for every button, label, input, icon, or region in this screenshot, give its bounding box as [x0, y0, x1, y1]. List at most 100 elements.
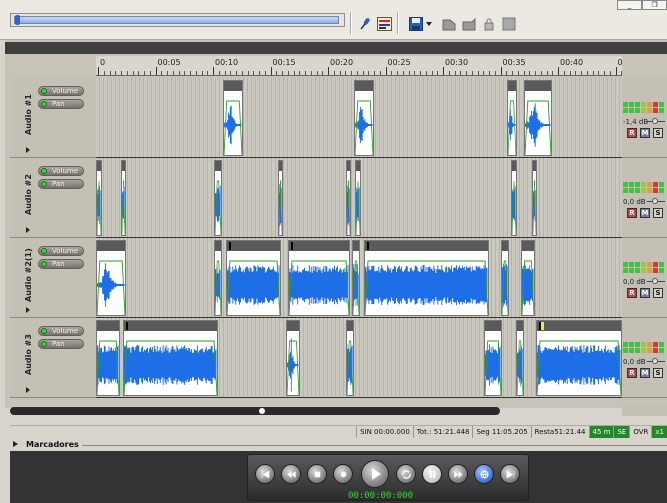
audio-clip[interactable] — [96, 240, 126, 316]
record-arm-button[interactable]: R — [627, 208, 637, 218]
clip-title-bar[interactable] — [279, 161, 282, 171]
fx-badge[interactable] — [291, 242, 293, 250]
fx-badge[interactable] — [126, 322, 128, 330]
microphone-icon[interactable] — [356, 15, 373, 32]
solo-button[interactable]: S — [653, 208, 663, 218]
clip-title-bar[interactable] — [512, 161, 516, 171]
clip-title-bar[interactable] — [347, 161, 350, 171]
solo-button[interactable]: S — [653, 128, 663, 138]
gain-slider-knob[interactable] — [652, 118, 658, 124]
solo-button[interactable]: S — [653, 288, 663, 298]
pan-envelope-button[interactable]: Pan — [38, 179, 84, 189]
solo-button[interactable]: S — [653, 368, 663, 378]
fx-badge[interactable] — [229, 242, 231, 250]
audio-clip[interactable] — [96, 320, 120, 396]
fx-badge[interactable] — [539, 322, 541, 330]
mute-button[interactable]: M — [640, 288, 650, 298]
volume-envelope-button[interactable]: Volume — [38, 166, 84, 176]
audio-clip[interactable] — [532, 160, 537, 236]
audio-clip[interactable] — [524, 80, 552, 156]
clip-title-bar[interactable] — [533, 161, 536, 171]
restore-button[interactable]: ❐ — [642, 0, 667, 10]
clip-title-bar[interactable] — [224, 81, 242, 91]
clip-title-bar[interactable] — [485, 321, 501, 331]
audio-clip[interactable] — [278, 160, 283, 236]
mute-button[interactable]: M — [640, 128, 650, 138]
fx-badge[interactable] — [367, 242, 369, 250]
clip-title-bar[interactable] — [289, 241, 349, 251]
track-scrollbar[interactable] — [622, 402, 667, 416]
skip-forward-button[interactable] — [500, 464, 520, 484]
audio-clip[interactable] — [507, 80, 517, 156]
audio-clip[interactable] — [521, 240, 535, 316]
clip-title-bar[interactable] — [287, 321, 299, 331]
audio-clip[interactable] — [346, 320, 354, 396]
play-button[interactable] — [361, 460, 389, 488]
minimize-button[interactable]: _ — [617, 0, 642, 10]
audio-clip[interactable] — [516, 320, 524, 396]
clip-title-bar[interactable] — [522, 241, 534, 251]
audio-clip[interactable] — [346, 160, 351, 236]
clip-title-bar[interactable] — [227, 241, 280, 251]
expand-arrow-icon[interactable] — [26, 227, 30, 233]
audio-clip[interactable] — [123, 320, 218, 396]
track-lane-3[interactable] — [96, 238, 622, 318]
gain-slider-knob[interactable] — [652, 358, 658, 364]
track-lane-4[interactable] — [96, 318, 622, 398]
record-button[interactable] — [333, 464, 353, 484]
gain-slider-knob[interactable] — [652, 278, 658, 284]
mixer-icon[interactable] — [376, 15, 393, 32]
fast-forward-button[interactable] — [448, 464, 468, 484]
stop-button[interactable] — [307, 464, 327, 484]
pause-button[interactable] — [422, 464, 442, 484]
audio-clip[interactable] — [364, 240, 489, 316]
clip-title-bar[interactable] — [356, 161, 360, 171]
expand-arrow-icon[interactable] — [26, 307, 30, 313]
audio-clip[interactable] — [214, 240, 222, 316]
clip-title-bar[interactable] — [355, 81, 373, 91]
clip-title-bar[interactable] — [537, 321, 621, 331]
pan-envelope-button[interactable]: Pan — [38, 99, 84, 109]
clip-title-bar[interactable] — [124, 321, 217, 331]
pan-envelope-button[interactable]: Pan — [38, 259, 84, 269]
clip-title-bar[interactable] — [122, 161, 125, 171]
audio-clip[interactable] — [214, 160, 222, 236]
track-lane-1[interactable] — [96, 78, 622, 158]
clip-title-bar[interactable] — [215, 161, 221, 171]
clip-title-bar[interactable] — [517, 321, 523, 331]
audio-clip[interactable] — [96, 160, 102, 236]
track-header-2[interactable]: Audio #2 Volume Pan — [10, 158, 96, 238]
audio-clip[interactable] — [226, 240, 281, 316]
rewind-button[interactable] — [281, 464, 301, 484]
audio-clip[interactable] — [536, 320, 622, 396]
status-zoom[interactable]: x1 — [651, 426, 667, 438]
stop-square-icon[interactable] — [500, 15, 517, 32]
record-arm-button[interactable]: R — [627, 368, 637, 378]
audio-clip[interactable] — [352, 240, 360, 316]
clip-title-bar[interactable] — [525, 81, 551, 91]
clip-title-bar[interactable] — [502, 241, 508, 251]
audio-clip[interactable] — [355, 160, 361, 236]
audio-clip[interactable] — [354, 80, 374, 156]
expand-arrow-icon[interactable] — [26, 387, 30, 393]
globe-button[interactable] — [474, 464, 494, 484]
record-arm-button[interactable]: R — [627, 128, 637, 138]
pan-envelope-button[interactable]: Pan — [38, 339, 84, 349]
audio-clip[interactable] — [223, 80, 243, 156]
mute-button[interactable]: M — [640, 208, 650, 218]
record-arm-button[interactable]: R — [627, 288, 637, 298]
status-ovr[interactable]: OVR — [629, 426, 651, 438]
save-icon[interactable] — [407, 15, 424, 32]
timeline-scrollbar[interactable] — [10, 407, 500, 415]
timeline-ruler[interactable]: 0 00:05 00:10 00:15 00:20 00:25 00:30 00:35 00:4… — [96, 56, 622, 76]
clip-title-bar[interactable] — [97, 241, 125, 251]
loop-button[interactable] — [396, 464, 416, 484]
audio-clip[interactable] — [501, 240, 509, 316]
clip-title-bar[interactable] — [508, 81, 516, 91]
track-icon[interactable] — [440, 15, 457, 32]
mute-button[interactable]: M — [640, 368, 650, 378]
audio-clip[interactable] — [121, 160, 126, 236]
status-se[interactable]: SE — [613, 426, 630, 438]
markers-panel-header[interactable]: Marcadores — [0, 438, 667, 451]
track-lane-2[interactable] — [96, 158, 622, 238]
